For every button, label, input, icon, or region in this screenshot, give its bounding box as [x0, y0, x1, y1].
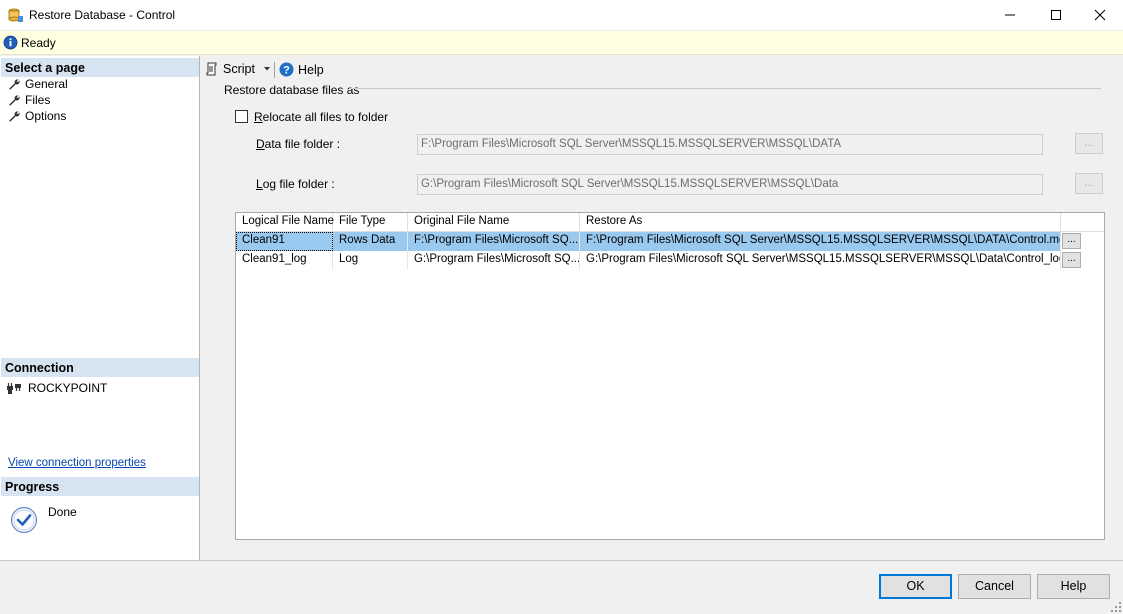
page-item-label: Files	[25, 93, 51, 107]
chevron-down-icon	[263, 67, 270, 71]
log-folder-browse-button[interactable]: ...	[1075, 173, 1103, 194]
data-folder-label: Data file folder :	[256, 137, 341, 151]
ok-button[interactable]: OK	[879, 574, 952, 599]
column-header-logical-name[interactable]: Logical File Name	[236, 213, 334, 232]
column-header-spacer	[1061, 213, 1104, 232]
script-button[interactable]: Script	[205, 62, 271, 76]
maximize-button[interactable]	[1033, 0, 1079, 30]
table-row[interactable]: Clean91_log Log G:\Program Files\Microso…	[236, 251, 1104, 270]
database-restore-icon	[8, 8, 23, 22]
cell-logical-name[interactable]: Clean91_log	[236, 251, 333, 270]
help-toolbar-button[interactable]: ? Help	[279, 62, 324, 77]
data-folder-field[interactable]: F:\Program Files\Microsoft SQL Server\MS…	[417, 134, 1043, 155]
wrench-icon	[9, 111, 20, 122]
page-item-options[interactable]: Options	[8, 108, 66, 124]
cell-original-file-name[interactable]: G:\Program Files\Microsoft SQ...	[408, 251, 580, 270]
group-divider	[349, 88, 1101, 89]
minimize-button[interactable]	[987, 0, 1033, 30]
page-item-files[interactable]: Files	[8, 92, 50, 108]
grid-header: Logical File Name File Type Original Fil…	[236, 213, 1104, 232]
page-item-general[interactable]: General	[8, 76, 68, 92]
cell-restore-as[interactable]: F:\Program Files\Microsoft SQL Server\MS…	[580, 232, 1061, 251]
table-row[interactable]: Clean91 Rows Data F:\Program Files\Micro…	[236, 232, 1104, 251]
script-label: Script	[223, 62, 255, 76]
cell-file-type[interactable]: Rows Data	[333, 232, 408, 251]
title-bar: Restore Database - Control	[0, 0, 1123, 30]
relocate-checkbox[interactable]	[235, 110, 248, 123]
restore-as-browse-button[interactable]: ...	[1062, 233, 1081, 249]
server-connection-icon	[7, 383, 21, 394]
status-text: Ready	[21, 36, 56, 50]
cell-file-type[interactable]: Log	[333, 251, 408, 270]
help-button[interactable]: Help	[1037, 574, 1110, 599]
svg-text:?: ?	[283, 65, 290, 77]
column-header-restore-as[interactable]: Restore As	[580, 213, 1061, 232]
help-label: Help	[298, 62, 324, 77]
main-panel: Script ? Help Restore database files as …	[201, 56, 1123, 560]
column-header-original-file-name[interactable]: Original File Name	[408, 213, 580, 232]
done-check-icon	[10, 506, 38, 534]
maximize-icon	[1051, 10, 1061, 20]
toolbar-separator	[274, 62, 275, 78]
cell-logical-name[interactable]: Clean91	[236, 232, 333, 251]
wrench-icon	[9, 79, 20, 90]
connection-header: Connection	[1, 358, 199, 377]
close-icon	[1094, 9, 1106, 21]
log-folder-field[interactable]: G:\Program Files\Microsoft SQL Server\MS…	[417, 174, 1043, 195]
info-icon	[3, 35, 18, 50]
log-folder-label: Log file folder :	[256, 177, 335, 191]
resize-grip-icon[interactable]	[1110, 601, 1122, 613]
cell-restore-as[interactable]: G:\Program Files\Microsoft SQL Server\MS…	[580, 251, 1061, 270]
status-bar: Ready	[0, 31, 1123, 55]
progress-header: Progress	[1, 477, 199, 496]
page-item-label: General	[25, 77, 68, 91]
restore-as-browse-button[interactable]: ...	[1062, 252, 1081, 268]
column-header-file-type[interactable]: File Type	[333, 213, 408, 232]
data-folder-browse-button[interactable]: ...	[1075, 133, 1103, 154]
server-name: ROCKYPOINT	[28, 381, 108, 395]
footer-divider	[0, 560, 1123, 561]
page-item-label: Options	[25, 109, 67, 123]
select-page-header: Select a page	[1, 58, 199, 77]
help-icon: ?	[279, 62, 294, 77]
progress-status: Done	[48, 505, 77, 519]
left-panel: Select a page General Files Options Conn…	[0, 56, 200, 560]
files-grid[interactable]: Logical File Name File Type Original Fil…	[235, 212, 1105, 540]
cell-original-file-name[interactable]: F:\Program Files\Microsoft SQ...	[408, 232, 580, 251]
group-title: Restore database files as	[224, 83, 360, 97]
wrench-icon	[9, 95, 20, 106]
cancel-button[interactable]: Cancel	[958, 574, 1031, 599]
window-title: Restore Database - Control	[29, 8, 176, 22]
script-icon	[206, 62, 217, 76]
view-connection-properties-link[interactable]: View connection properties	[8, 457, 146, 469]
close-button[interactable]	[1077, 0, 1123, 30]
connection-server: ROCKYPOINT	[6, 381, 107, 395]
minimize-icon	[1005, 14, 1015, 16]
relocate-label[interactable]: Relocate all files to folder	[254, 110, 388, 124]
